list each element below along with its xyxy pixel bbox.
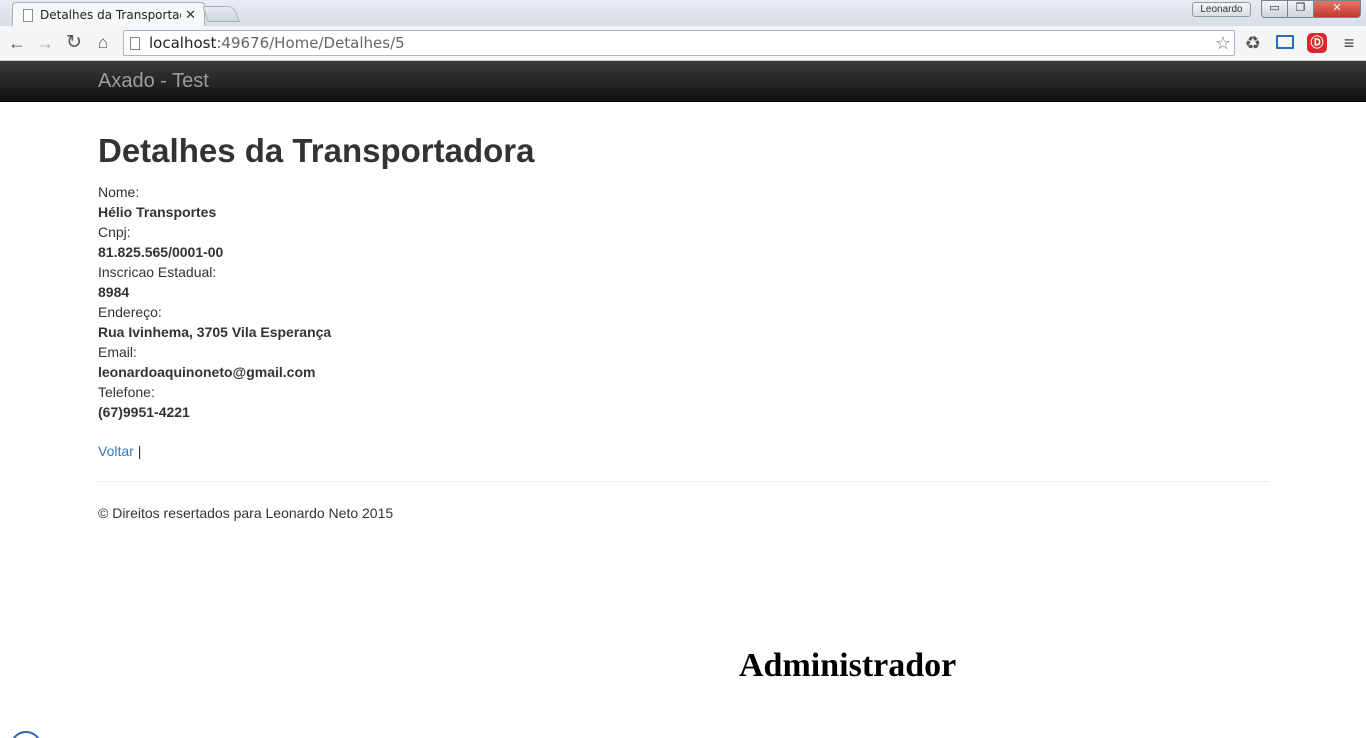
admin-heading: Administrador bbox=[739, 647, 957, 684]
field-label-email: Email: bbox=[98, 344, 137, 360]
field-value-cnpj: 81.825.565/0001-00 bbox=[98, 244, 224, 260]
new-tab-button[interactable] bbox=[202, 6, 240, 22]
corner-badge-icon bbox=[10, 731, 42, 738]
field-label-endereco: Endereço: bbox=[98, 304, 162, 320]
browser-menu-icon[interactable]: ≡ bbox=[1338, 32, 1360, 54]
footer-divider bbox=[98, 481, 1269, 482]
brand-link[interactable]: Axado - Test bbox=[98, 70, 209, 92]
back-link[interactable]: Voltar bbox=[98, 443, 134, 459]
footer-text: © Direitos resertados para Leonardo Neto… bbox=[98, 505, 394, 521]
page-title: Detalhes da Transportadora bbox=[98, 132, 535, 169]
home-icon[interactable]: ⌂ bbox=[92, 31, 114, 55]
minimize-button[interactable]: ▭ bbox=[1261, 0, 1288, 18]
site-navbar: Axado - Test bbox=[0, 61, 1366, 102]
adblock-extension-icon[interactable]: Ⓓ bbox=[1306, 32, 1328, 54]
field-label-telefone: Telefone: bbox=[98, 384, 155, 400]
browser-toolbar: ← → ↻ ⌂ localhost:49676/Home/Detalhes/5 … bbox=[0, 26, 1366, 61]
field-label-cnpj: Cnpj: bbox=[98, 224, 131, 240]
field-value-telefone: (67)9951-4221 bbox=[98, 404, 190, 420]
back-icon[interactable]: ← bbox=[6, 31, 28, 55]
field-value-email: leonardoaquinoneto@gmail.com bbox=[98, 364, 316, 380]
url-text: localhost:49676/Home/Detalhes/5 bbox=[149, 34, 405, 52]
page-icon bbox=[130, 36, 140, 50]
link-separator: | bbox=[137, 443, 142, 459]
details-list: Nome: Hélio Transportes Cnpj: 81.825.565… bbox=[98, 182, 698, 422]
page-icon bbox=[23, 8, 33, 22]
browser-tab[interactable]: Detalhes da Transportado ✕ bbox=[12, 2, 205, 27]
actions-row: Voltar | bbox=[98, 441, 141, 461]
field-value-endereco: Rua Ivinhema, 3705 Vila Esperança bbox=[98, 324, 332, 340]
field-label-inscricao: Inscricao Estadual: bbox=[98, 264, 217, 280]
profile-button[interactable]: Leonardo bbox=[1192, 2, 1251, 17]
recycle-extension-icon[interactable]: ♻ bbox=[1242, 32, 1264, 54]
bookmark-star-icon[interactable]: ☆ bbox=[1215, 32, 1231, 54]
tab-title: Detalhes da Transportado bbox=[40, 8, 182, 22]
url-path: :49676/Home/Detalhes/5 bbox=[216, 34, 405, 52]
address-bar[interactable]: localhost:49676/Home/Detalhes/5 ☆ bbox=[123, 30, 1235, 56]
forward-icon[interactable]: → bbox=[34, 31, 56, 55]
browser-titlebar: Detalhes da Transportado ✕ Leonardo ▭ ❐ … bbox=[0, 0, 1366, 27]
field-value-nome: Hélio Transportes bbox=[98, 204, 217, 220]
close-tab-icon[interactable]: ✕ bbox=[185, 7, 196, 23]
reload-icon[interactable]: ↻ bbox=[63, 31, 85, 55]
field-value-inscricao: 8984 bbox=[98, 284, 130, 300]
close-window-button[interactable]: ✕ bbox=[1313, 0, 1361, 18]
cast-extension-icon[interactable] bbox=[1274, 32, 1296, 54]
url-host: localhost bbox=[149, 34, 217, 52]
maximize-button[interactable]: ❐ bbox=[1287, 0, 1314, 18]
field-label-nome: Nome: bbox=[98, 184, 140, 200]
